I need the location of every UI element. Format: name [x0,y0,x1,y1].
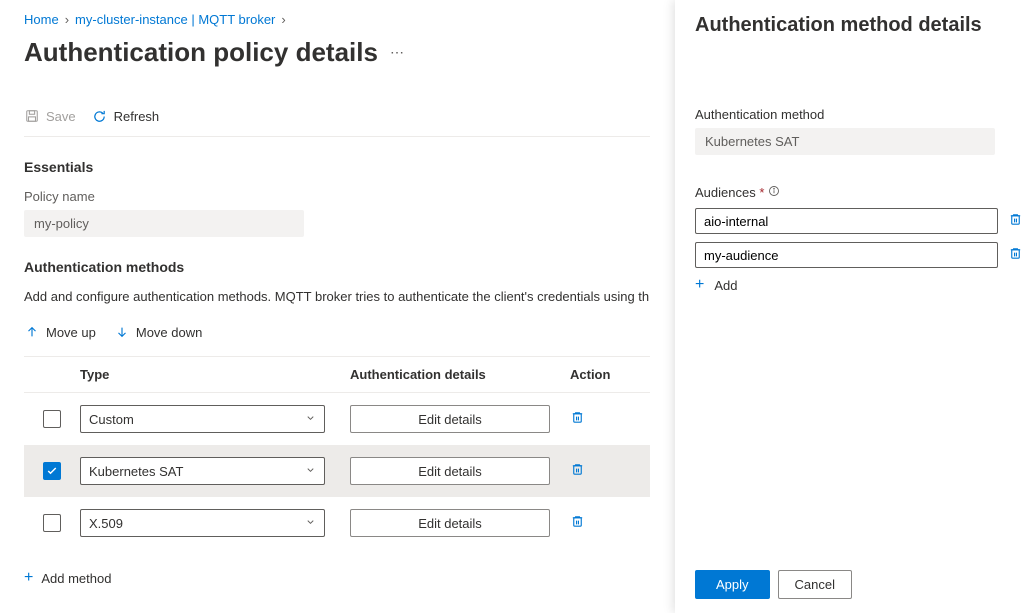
add-method-label: Add method [41,571,111,586]
refresh-icon [92,108,108,124]
type-value: Kubernetes SAT [89,464,183,479]
arrow-down-icon [114,324,130,340]
auth-method-label: Authentication method [695,107,1023,122]
apply-button[interactable]: Apply [695,570,770,599]
table-row: Kubernetes SAT Edit details [24,445,650,497]
chevron-down-icon [305,412,316,427]
methods-description: Add and configure authentication methods… [24,289,650,304]
info-icon[interactable] [768,185,780,200]
col-details: Authentication details [350,367,570,382]
arrow-up-icon [24,324,40,340]
refresh-button[interactable]: Refresh [92,108,160,124]
save-label: Save [46,109,76,124]
edit-details-button[interactable]: Edit details [350,405,550,433]
edit-details-button[interactable]: Edit details [350,457,550,485]
breadcrumb-instance[interactable]: my-cluster-instance | MQTT broker [75,12,275,27]
type-select[interactable]: Custom [80,405,325,433]
audiences-label: Audiences * [695,185,1023,200]
row-checkbox[interactable] [43,410,61,428]
auth-method-field [695,128,995,155]
type-select[interactable]: X.509 [80,509,325,537]
table-row: X.509 Edit details [24,497,650,549]
move-down-button[interactable]: Move down [114,324,202,340]
methods-heading: Authentication methods [24,259,650,275]
toolbar: Save Refresh [24,108,650,137]
add-audience-button[interactable]: + Add [695,276,1023,294]
plus-icon: + [695,276,704,294]
table-row: Custom Edit details [24,393,650,445]
audience-input[interactable] [695,242,998,268]
type-value: Custom [89,412,134,427]
policy-name-field [24,210,304,237]
delete-icon[interactable] [570,413,585,428]
col-type: Type [80,367,350,382]
cancel-button[interactable]: Cancel [778,570,852,599]
move-up-button[interactable]: Move up [24,324,96,340]
chevron-right-icon: › [65,12,69,27]
plus-icon: + [24,569,33,587]
delete-icon[interactable] [1008,246,1023,264]
delete-icon[interactable] [570,465,585,480]
row-checkbox[interactable] [43,514,61,532]
chevron-right-icon: › [281,12,285,27]
add-audience-label: Add [714,278,737,293]
row-checkbox[interactable] [43,462,61,480]
more-actions-icon[interactable]: ⋯ [390,44,405,61]
essentials-heading: Essentials [24,159,650,175]
move-up-label: Move up [46,325,96,340]
col-action: Action [570,367,650,382]
delete-icon[interactable] [1008,212,1023,230]
type-value: X.509 [89,516,123,531]
audience-input[interactable] [695,208,998,234]
save-icon [24,108,40,124]
breadcrumb-home[interactable]: Home [24,12,59,27]
panel-title: Authentication method details [675,0,1033,47]
required-indicator: * [759,185,764,200]
save-button[interactable]: Save [24,108,76,124]
delete-icon[interactable] [570,517,585,532]
type-select[interactable]: Kubernetes SAT [80,457,325,485]
refresh-label: Refresh [114,109,160,124]
chevron-down-icon [305,464,316,479]
page-title: Authentication policy details [24,37,378,68]
policy-name-label: Policy name [24,189,650,204]
audience-row [695,242,1023,268]
breadcrumb: Home › my-cluster-instance | MQTT broker… [24,12,650,27]
add-method-button[interactable]: + Add method [24,569,650,587]
table-header: Type Authentication details Action [24,356,650,393]
audience-row [695,208,1023,234]
details-panel: Authentication method details Authentica… [675,0,1033,613]
chevron-down-icon [305,516,316,531]
edit-details-button[interactable]: Edit details [350,509,550,537]
move-down-label: Move down [136,325,202,340]
